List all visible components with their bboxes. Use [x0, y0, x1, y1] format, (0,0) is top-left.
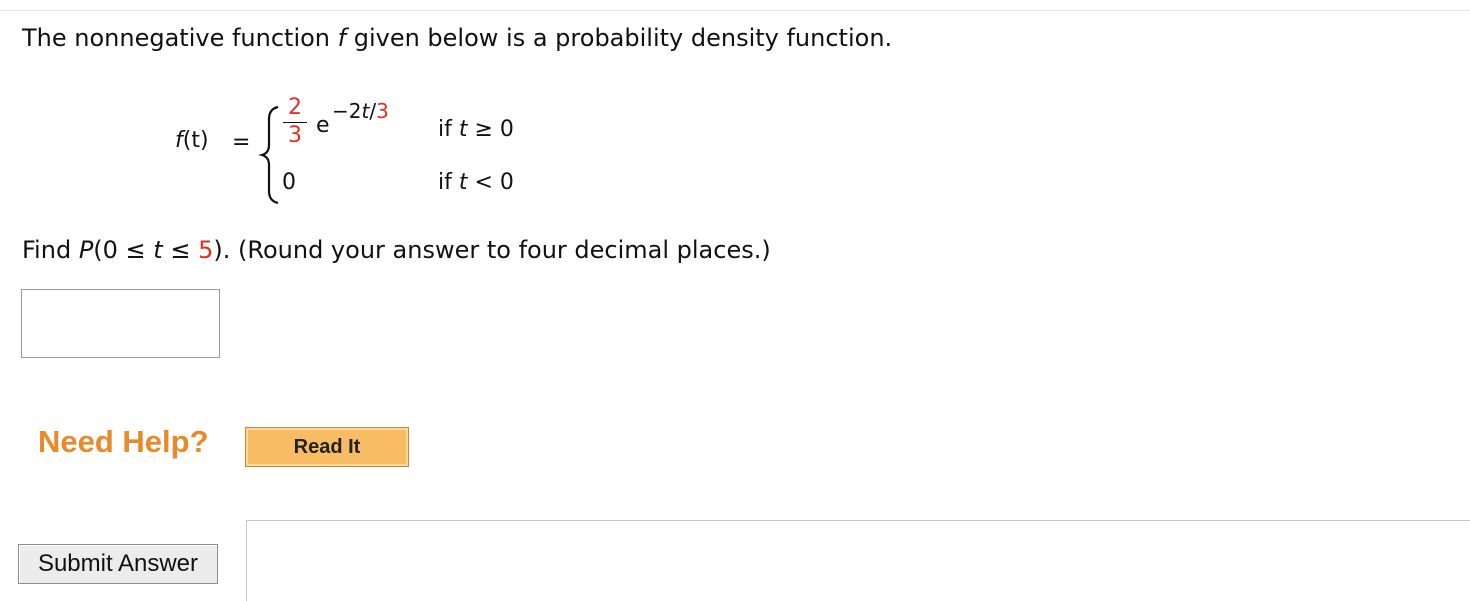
exponent: −2t/3	[332, 99, 389, 123]
function-lhs: f(t)	[175, 128, 209, 153]
need-help-label: Need Help?	[38, 424, 209, 459]
question-intro: The nonnegative function f given below i…	[22, 24, 893, 52]
equals-sign: =	[232, 130, 251, 155]
question-prompt: Find P(0 ≤ t ≤ 5). (Round your answer to…	[22, 236, 771, 264]
left-brace-icon	[258, 105, 279, 205]
answer-input[interactable]	[21, 289, 220, 358]
case2-value: 0	[282, 170, 296, 195]
case1-condition: if t ≥ 0	[438, 117, 514, 142]
fraction-denominator: 3	[288, 123, 302, 148]
submit-answer-button[interactable]: Submit Answer	[18, 544, 218, 584]
case2-condition: if t < 0	[438, 170, 514, 195]
feedback-panel	[246, 520, 1470, 601]
exponential-base: e	[316, 113, 330, 138]
fraction-numerator: 2	[288, 95, 302, 120]
top-divider	[0, 10, 1470, 11]
read-it-button[interactable]: Read It	[245, 427, 409, 467]
coefficient-fraction: 2 3	[283, 96, 307, 148]
